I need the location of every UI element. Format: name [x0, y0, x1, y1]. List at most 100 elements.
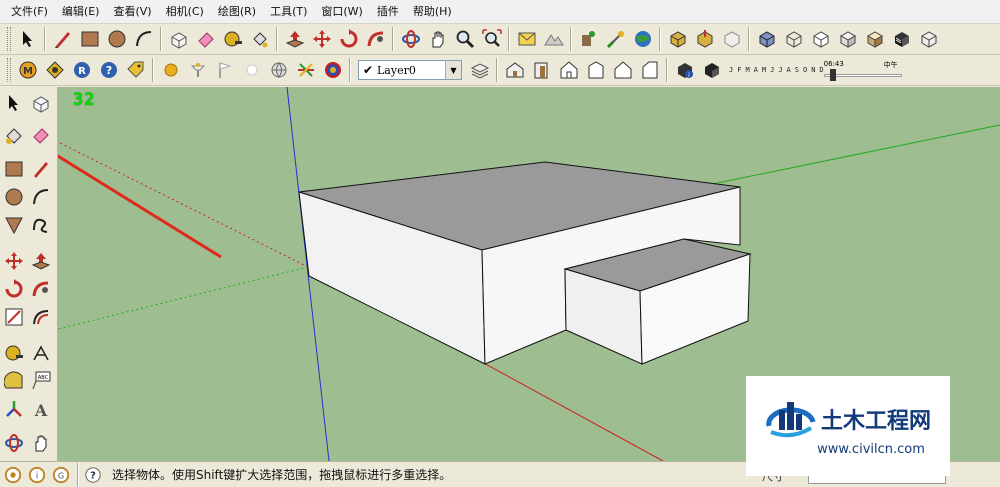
sun-icon[interactable]	[239, 58, 264, 83]
axes-icon[interactable]	[293, 58, 318, 83]
google-earth-icon[interactable]	[576, 27, 601, 52]
component-share-icon[interactable]	[665, 27, 690, 52]
menu-item-3[interactable]: 相机(C)	[159, 0, 211, 24]
pan-icon[interactable]	[29, 431, 53, 455]
rotate-icon[interactable]	[336, 27, 361, 52]
select-arrow-icon[interactable]	[15, 27, 40, 52]
front-view-icon[interactable]	[556, 58, 581, 83]
status-message: 选择物体。使用Shift键扩大选择范围，拖拽鼠标进行多重选择。	[112, 468, 452, 482]
paint-bucket-icon[interactable]	[2, 123, 26, 147]
user-icon[interactable]: G	[50, 464, 72, 486]
follow-me-icon[interactable]	[363, 27, 388, 52]
menu-item-6[interactable]: 窗口(W)	[314, 0, 369, 24]
menu-item-7[interactable]: 插件	[370, 0, 406, 24]
xray-icon[interactable]	[754, 27, 779, 52]
orbit-icon[interactable]	[2, 431, 26, 455]
text-label-icon[interactable]: ABC	[29, 369, 53, 393]
geo-location-icon[interactable]	[2, 464, 24, 486]
tape-measure-icon[interactable]	[220, 27, 245, 52]
axes-icon[interactable]	[2, 397, 26, 421]
move-icon[interactable]	[309, 27, 334, 52]
warehouse-download-icon[interactable]	[719, 27, 744, 52]
toolbar-grip[interactable]	[7, 58, 11, 82]
time-slider[interactable]: 06:43 中午	[823, 57, 904, 83]
menu-item-2[interactable]: 查看(V)	[106, 0, 158, 24]
arc-icon[interactable]	[29, 185, 53, 209]
textured-icon[interactable]	[862, 27, 887, 52]
warehouse-icon[interactable]	[603, 27, 628, 52]
layer-manager-icon[interactable]	[467, 58, 492, 83]
push-pull-icon[interactable]	[282, 27, 307, 52]
right-view-icon[interactable]	[583, 58, 608, 83]
eraser-icon[interactable]	[29, 123, 53, 147]
svg-text:i: i	[36, 471, 39, 481]
make-component-icon[interactable]	[29, 91, 53, 115]
back-view-icon[interactable]	[610, 58, 635, 83]
help-icon[interactable]: ?	[82, 464, 104, 486]
menu-item-1[interactable]: 编辑(E)	[55, 0, 107, 24]
menu-item-5[interactable]: 工具(T)	[263, 0, 314, 24]
wireframe-icon[interactable]	[781, 27, 806, 52]
move-icon[interactable]	[2, 249, 26, 273]
credits-icon[interactable]: i	[26, 464, 48, 486]
chevron-down-icon[interactable]: ▼	[445, 61, 461, 79]
monochrome-icon[interactable]	[889, 27, 914, 52]
sphere-icon[interactable]	[158, 58, 183, 83]
share-model-icon[interactable]	[630, 27, 655, 52]
menu-item-4[interactable]: 绘图(R)	[211, 0, 263, 24]
sandbox-icon[interactable]	[42, 58, 67, 83]
zoom-icon[interactable]	[452, 27, 477, 52]
iso-view-icon[interactable]	[502, 58, 527, 83]
rectangle-icon[interactable]	[77, 27, 102, 52]
polygon-icon[interactable]	[2, 213, 26, 237]
hidden-line-icon[interactable]	[808, 27, 833, 52]
svg-text:?: ?	[105, 64, 111, 77]
globe-icon[interactable]	[266, 58, 291, 83]
dimension-icon[interactable]	[29, 341, 53, 365]
3d-text-icon[interactable]: A	[29, 397, 53, 421]
style-icon[interactable]	[916, 27, 941, 52]
rectangle-icon[interactable]	[2, 157, 26, 181]
ruby-console-icon[interactable]: R	[69, 58, 94, 83]
display-shadows-icon[interactable]	[699, 58, 724, 83]
help-icon[interactable]: ?	[96, 58, 121, 83]
arc-icon[interactable]	[131, 27, 156, 52]
shadow-settings-icon[interactable]: i	[672, 58, 697, 83]
eraser-icon[interactable]	[193, 27, 218, 52]
rotate-icon[interactable]	[2, 277, 26, 301]
pan-icon[interactable]	[425, 27, 450, 52]
left-view-icon[interactable]	[637, 58, 662, 83]
flag-icon[interactable]	[212, 58, 237, 83]
pencil-line-icon[interactable]	[29, 157, 53, 181]
pencil-line-icon[interactable]	[50, 27, 75, 52]
layer-dropdown[interactable]: ✔ Layer0 ▼	[358, 60, 462, 80]
spiral-icon[interactable]	[320, 58, 345, 83]
toolbar-grip[interactable]	[7, 27, 11, 51]
month-label: N	[811, 66, 816, 74]
push-pull-icon[interactable]	[29, 249, 53, 273]
offset-icon[interactable]	[29, 305, 53, 329]
warehouse-upload-icon[interactable]	[692, 27, 717, 52]
zoom-extents-icon[interactable]	[479, 27, 504, 52]
lamp-icon[interactable]	[185, 58, 210, 83]
tag-icon[interactable]	[123, 58, 148, 83]
orbit-icon[interactable]	[398, 27, 423, 52]
model-info-icon[interactable]: M	[15, 58, 40, 83]
menu-item-8[interactable]: 帮助(H)	[406, 0, 459, 24]
select-arrow-icon[interactable]	[2, 91, 26, 115]
make-component-icon[interactable]	[166, 27, 191, 52]
toggle-terrain-icon[interactable]	[541, 27, 566, 52]
shaded-icon[interactable]	[835, 27, 860, 52]
tape-measure-icon[interactable]	[2, 341, 26, 365]
add-location-icon[interactable]	[514, 27, 539, 52]
follow-me-icon[interactable]	[29, 277, 53, 301]
scale-icon[interactable]	[2, 305, 26, 329]
protractor-icon[interactable]	[2, 369, 26, 393]
paint-bucket-icon[interactable]	[247, 27, 272, 52]
circle-icon[interactable]	[104, 27, 129, 52]
top-view-icon[interactable]	[529, 58, 554, 83]
circle-icon[interactable]	[2, 185, 26, 209]
menu-item-0[interactable]: 文件(F)	[4, 0, 55, 24]
freehand-icon[interactable]	[29, 213, 53, 237]
time-slider-knob[interactable]	[829, 69, 836, 81]
